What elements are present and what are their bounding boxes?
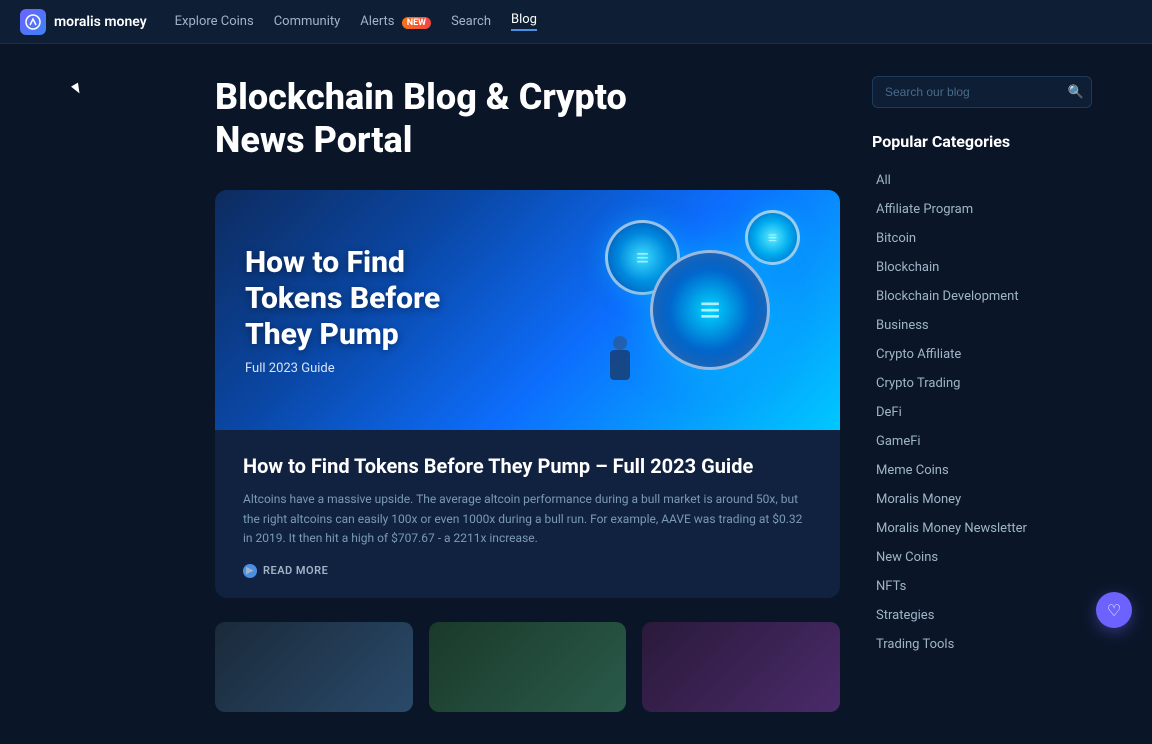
category-item[interactable]: Affiliate Program [872, 196, 1092, 223]
small-card-1[interactable] [215, 622, 413, 712]
category-item[interactable]: Crypto Affiliate [872, 341, 1092, 368]
logo-icon [20, 9, 46, 35]
featured-image-subtitle: Full 2023 Guide [245, 361, 505, 376]
featured-article-excerpt: Altcoins have a massive upside. The aver… [243, 490, 812, 548]
featured-image-text: How to Find Tokens Before They Pump Full… [245, 245, 505, 376]
page-title: Blockchain Blog & Crypto News Portal [215, 76, 840, 162]
category-item[interactable]: Bitcoin [872, 225, 1092, 252]
main-container: Blockchain Blog & Crypto News Portal How… [0, 44, 1152, 744]
navbar: moralis money Explore Coins Community Al… [0, 0, 1152, 44]
coins-decoration [550, 200, 810, 420]
nav-logo[interactable]: moralis money [20, 9, 147, 35]
small-card-3[interactable] [642, 622, 840, 712]
category-item[interactable]: Strategies [872, 602, 1092, 629]
featured-image-title: How to Find Tokens Before They Pump [245, 245, 505, 353]
nav-alerts[interactable]: Alerts NEW [360, 14, 431, 29]
category-item[interactable]: New Coins [872, 544, 1092, 571]
category-item[interactable]: Trading Tools [872, 631, 1092, 658]
featured-card-image: How to Find Tokens Before They Pump Full… [215, 190, 840, 430]
alerts-badge: NEW [402, 17, 431, 29]
sidebar: 🔍 Popular Categories AllAffiliate Progra… [872, 76, 1092, 712]
read-more-label: READ MORE [263, 564, 328, 577]
diver-figure [590, 340, 650, 400]
category-item[interactable]: Business [872, 312, 1092, 339]
category-item[interactable]: Moralis Money Newsletter [872, 515, 1092, 542]
category-item[interactable]: GameFi [872, 428, 1092, 455]
category-item[interactable]: Moralis Money [872, 486, 1092, 513]
category-item[interactable]: Blockchain [872, 254, 1092, 281]
coin-large [650, 250, 770, 370]
categories-title: Popular Categories [872, 132, 1092, 151]
coin-small [745, 210, 800, 265]
brand-name: moralis money [54, 14, 147, 30]
category-item[interactable]: Crypto Trading [872, 370, 1092, 397]
content-area: Blockchain Blog & Crypto News Portal How… [215, 76, 840, 712]
read-more-icon: ▶ [243, 564, 257, 578]
featured-article-title: How to Find Tokens Before They Pump – Fu… [243, 454, 812, 478]
read-more-link[interactable]: ▶ READ MORE [243, 564, 812, 578]
nav-links: Explore Coins Community Alerts NEW Searc… [175, 12, 537, 31]
search-box: 🔍 [872, 76, 1092, 108]
nav-search[interactable]: Search [451, 14, 491, 29]
nav-blog[interactable]: Blog [511, 12, 537, 31]
small-cards-row [215, 622, 840, 712]
search-input[interactable] [872, 76, 1092, 108]
category-item[interactable]: DeFi [872, 399, 1092, 426]
nav-explore-coins[interactable]: Explore Coins [175, 14, 254, 29]
category-list: AllAffiliate ProgramBitcoinBlockchainBlo… [872, 167, 1092, 658]
chat-bubble[interactable]: ♡ [1096, 592, 1132, 628]
category-item[interactable]: Meme Coins [872, 457, 1092, 484]
search-button[interactable]: 🔍 [1068, 84, 1084, 100]
chat-icon: ♡ [1107, 601, 1121, 620]
category-item[interactable]: NFTs [872, 573, 1092, 600]
featured-card: How to Find Tokens Before They Pump Full… [215, 190, 840, 598]
category-item[interactable]: All [872, 167, 1092, 194]
featured-card-body: How to Find Tokens Before They Pump – Fu… [215, 430, 840, 598]
small-card-2[interactable] [429, 622, 627, 712]
category-item[interactable]: Blockchain Development [872, 283, 1092, 310]
nav-community[interactable]: Community [274, 14, 341, 29]
